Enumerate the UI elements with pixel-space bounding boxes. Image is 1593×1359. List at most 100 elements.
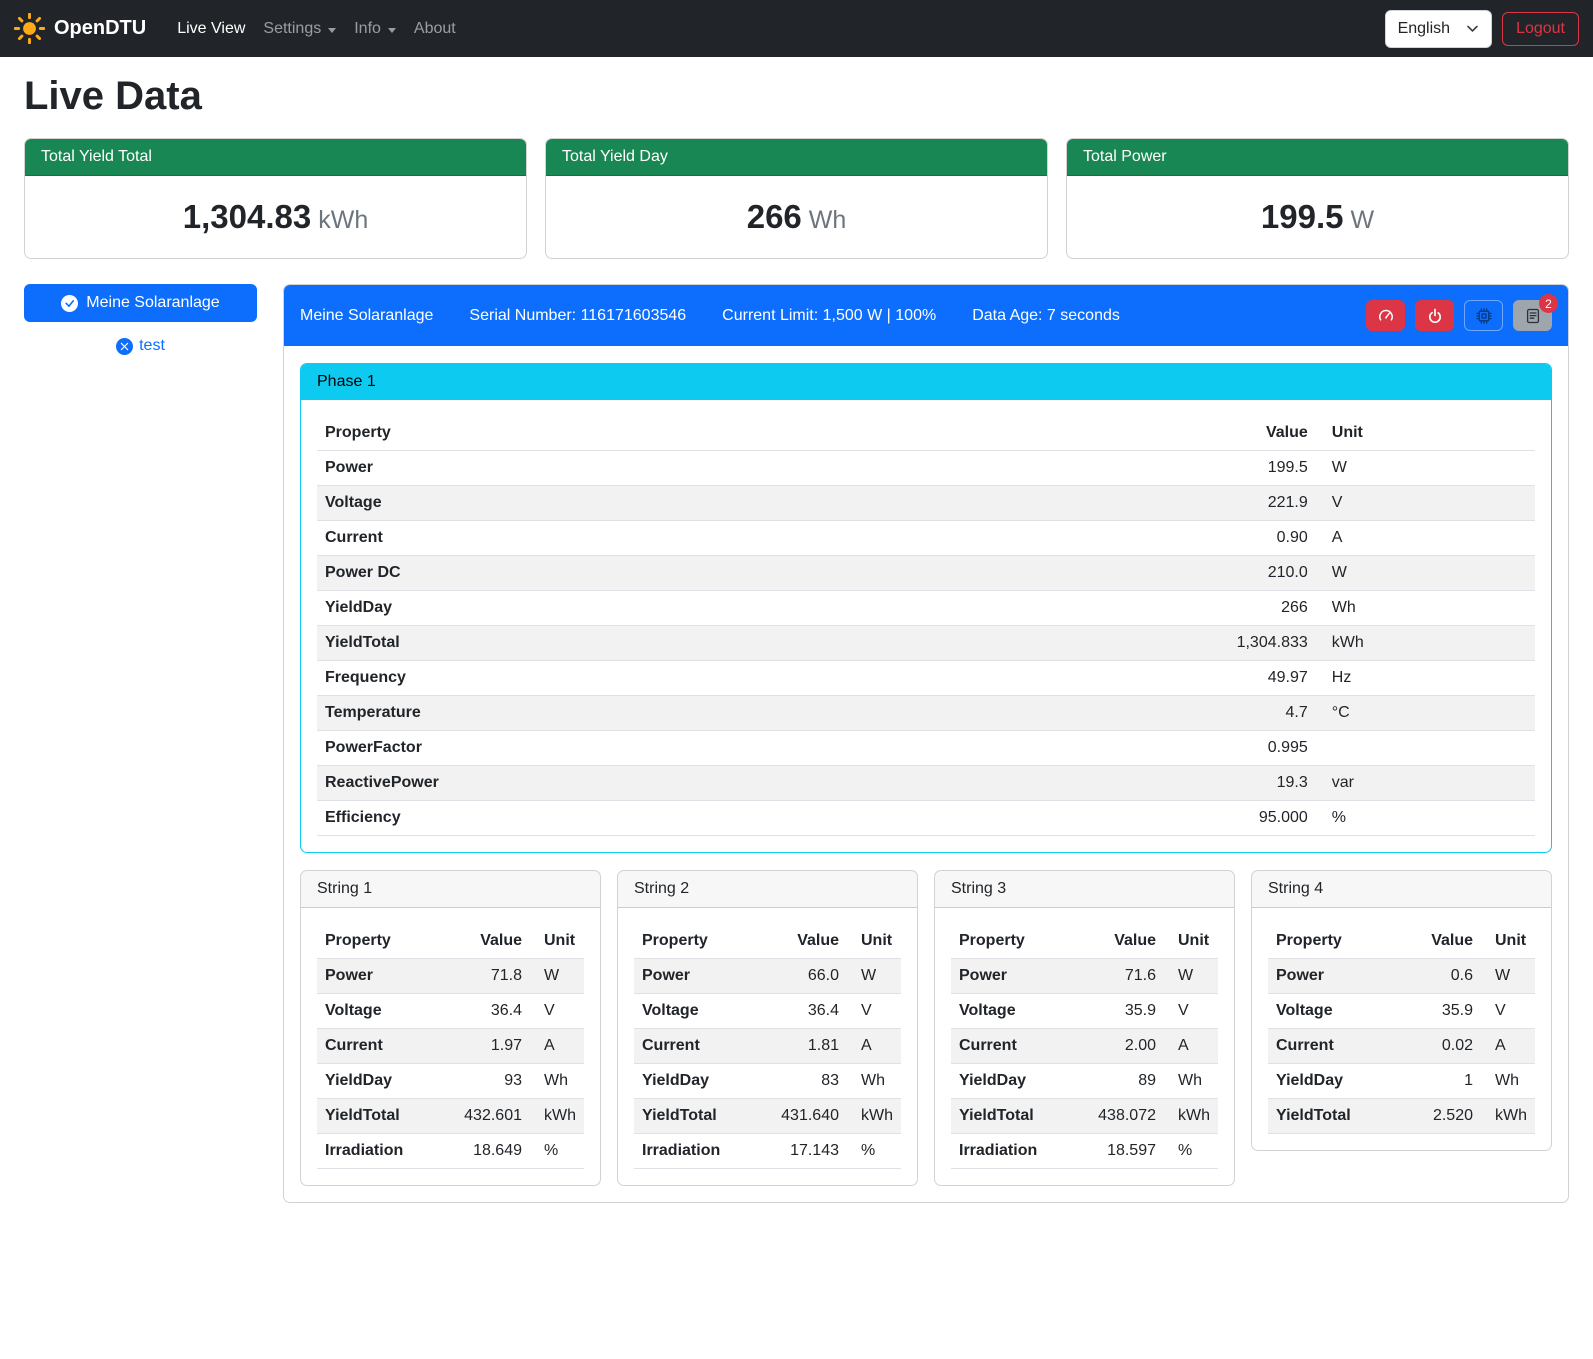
table-row: YieldDay 83 Wh <box>634 1064 901 1099</box>
unit-cell: % <box>847 1134 901 1169</box>
string-card-3: String 3 Property Value Unit <box>934 870 1235 1186</box>
table-row: Voltage 221.9 V <box>317 486 1535 521</box>
property-cell: Current <box>317 521 1072 556</box>
string-card-1: String 1 Property Value Unit <box>300 870 601 1186</box>
chevron-down-icon <box>388 28 396 33</box>
phase-table: Property Value Unit Power <box>317 416 1535 836</box>
value-cell: 0.90 <box>1072 521 1316 556</box>
value-cell: 49.97 <box>1072 661 1316 696</box>
value-cell: 18.649 <box>437 1134 530 1169</box>
unit-cell: kWh <box>847 1099 901 1134</box>
inverter-item-test[interactable]: test <box>24 337 257 355</box>
property-cell: YieldDay <box>634 1064 754 1099</box>
property-cell: Power <box>317 959 437 994</box>
event-log-button[interactable]: 2 <box>1513 300 1552 331</box>
property-cell: Irradiation <box>951 1134 1071 1169</box>
table-row: Power 199.5 W <box>317 451 1535 486</box>
inverter-item-label: test <box>139 337 165 355</box>
card-unit: kWh <box>318 206 368 234</box>
content-row: Meine Solaranlage test Meine Solaranlage… <box>24 284 1569 1203</box>
table-row: Power 66.0 W <box>634 959 901 994</box>
value-cell: 4.7 <box>1072 696 1316 731</box>
inverter-select-button[interactable]: Meine Solaranlage <box>24 284 257 322</box>
property-cell: Power <box>1268 959 1388 994</box>
unit-cell: A <box>530 1029 584 1064</box>
card-title: Total Power <box>1067 139 1568 176</box>
property-cell: YieldDay <box>317 591 1072 626</box>
unit-cell: A <box>1316 521 1535 556</box>
brand-name: OpenDTU <box>54 17 146 40</box>
summary-card: Total Yield Day 266Wh <box>545 138 1048 259</box>
property-cell: Efficiency <box>317 801 1072 836</box>
unit-cell: V <box>1481 994 1535 1029</box>
cpu-icon <box>1476 308 1492 324</box>
brand-logo[interactable]: OpenDTU <box>14 13 146 44</box>
check-circle-icon <box>61 295 78 312</box>
value-cell: 17.143 <box>754 1134 847 1169</box>
inverter-actions: 2 <box>1366 300 1552 331</box>
inverter-data-age: Data Age: 7 seconds <box>972 307 1120 325</box>
col-value: Value <box>1388 924 1481 959</box>
property-cell: YieldTotal <box>1268 1099 1388 1134</box>
property-cell: Voltage <box>1268 994 1388 1029</box>
property-cell: YieldDay <box>317 1064 437 1099</box>
table-row: ReactivePower 19.3 var <box>317 766 1535 801</box>
unit-cell: kWh <box>1481 1099 1535 1134</box>
property-cell: Irradiation <box>317 1134 437 1169</box>
unit-cell: Wh <box>530 1064 584 1099</box>
col-unit: Unit <box>847 924 901 959</box>
power-icon <box>1427 308 1443 324</box>
property-cell: Power <box>951 959 1071 994</box>
property-cell: PowerFactor <box>317 731 1072 766</box>
value-cell: 2.520 <box>1388 1099 1481 1134</box>
table-row: Power 71.6 W <box>951 959 1218 994</box>
string-title: String 3 <box>935 871 1234 908</box>
summary-cards: Total Yield Total 1,304.83kWh Total Yiel… <box>24 138 1569 259</box>
logout-button[interactable]: Logout <box>1502 12 1579 46</box>
table-row: YieldTotal 432.601 kWh <box>317 1099 584 1134</box>
string-card-2: String 2 Property Value Unit <box>617 870 918 1186</box>
property-cell: Irradiation <box>634 1134 754 1169</box>
limit-settings-button[interactable] <box>1366 300 1405 331</box>
inverter-select-label: Meine Solaranlage <box>86 294 219 312</box>
nav-item-settings[interactable]: Settings <box>254 12 345 46</box>
table-row: YieldTotal 2.520 kWh <box>1268 1099 1535 1134</box>
value-cell: 71.6 <box>1071 959 1164 994</box>
card-unit: Wh <box>809 206 847 234</box>
property-cell: ReactivePower <box>317 766 1072 801</box>
journal-icon <box>1525 308 1541 324</box>
col-property: Property <box>317 924 437 959</box>
inverter-info-button[interactable] <box>1464 300 1503 331</box>
power-toggle-button[interactable] <box>1415 300 1454 331</box>
value-cell: 1 <box>1388 1064 1481 1099</box>
inverter-serial: Serial Number: 116171603546 <box>469 307 686 325</box>
language-value: English <box>1398 20 1450 38</box>
string-table: Property Value Unit Power <box>1268 924 1535 1134</box>
value-cell: 432.601 <box>437 1099 530 1134</box>
table-header-row: Property Value Unit <box>951 924 1218 959</box>
table-row: Voltage 36.4 V <box>634 994 901 1029</box>
nav-item-live-view[interactable]: Live View <box>168 12 254 46</box>
summary-card: Total Yield Total 1,304.83kWh <box>24 138 527 259</box>
col-value: Value <box>754 924 847 959</box>
card-body: 266Wh <box>546 176 1047 258</box>
table-row: Current 1.97 A <box>317 1029 584 1064</box>
value-cell: 431.640 <box>754 1099 847 1134</box>
nav-item-about[interactable]: About <box>405 12 465 46</box>
col-unit: Unit <box>1481 924 1535 959</box>
strings-row: String 1 Property Value Unit <box>300 870 1552 1186</box>
table-row: Current 0.90 A <box>317 521 1535 556</box>
nav-item-info[interactable]: Info <box>345 12 405 46</box>
top-navbar: OpenDTU Live View Settings Info About En… <box>0 0 1593 57</box>
col-unit: Unit <box>530 924 584 959</box>
inverter-limit: Current Limit: 1,500 W | 100% <box>722 307 936 325</box>
card-body: 199.5W <box>1067 176 1568 258</box>
value-cell: 35.9 <box>1071 994 1164 1029</box>
unit-cell: A <box>1164 1029 1218 1064</box>
property-cell: YieldTotal <box>634 1099 754 1134</box>
property-cell: Power DC <box>317 556 1072 591</box>
property-cell: Power <box>317 451 1072 486</box>
language-select[interactable]: English <box>1385 10 1492 48</box>
unit-cell: kWh <box>1164 1099 1218 1134</box>
value-cell: 221.9 <box>1072 486 1316 521</box>
